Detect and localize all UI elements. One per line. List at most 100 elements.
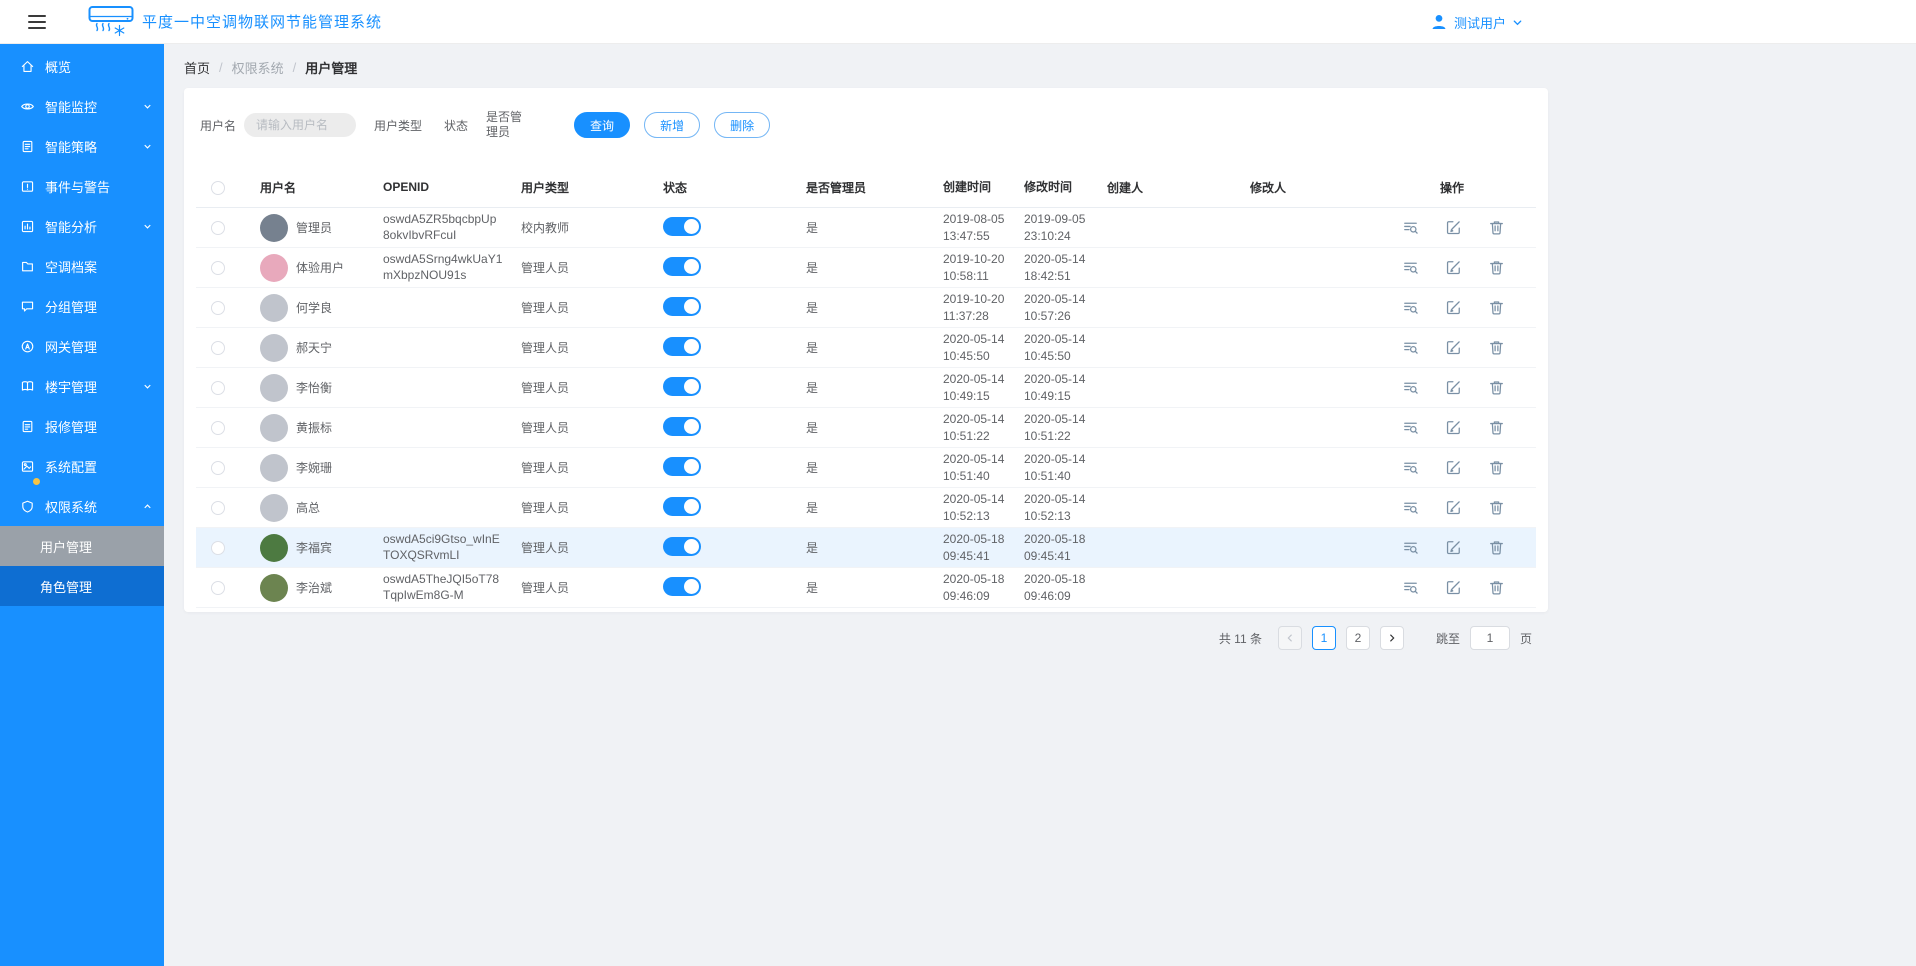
username-text: 李怡衡 <box>296 381 333 395</box>
view-detail-icon[interactable] <box>1402 579 1419 596</box>
delete-icon[interactable] <box>1488 579 1505 596</box>
delete-icon[interactable] <box>1488 459 1505 476</box>
select-all-radio[interactable] <box>211 180 225 195</box>
created-time-text: 2020-05-18 09:46:09 <box>943 572 1005 603</box>
query-button[interactable]: 查询 <box>574 112 631 138</box>
status-toggle[interactable] <box>663 456 701 476</box>
row-select-radio[interactable] <box>211 420 225 435</box>
sidebar-item-permission-system[interactable]: 权限系统 <box>0 486 164 526</box>
chevron-down-icon <box>1512 17 1523 28</box>
username-input[interactable] <box>244 113 357 137</box>
edit-icon[interactable] <box>1445 579 1462 596</box>
status-toggle[interactable] <box>663 576 701 596</box>
page-button-2[interactable]: 2 <box>1345 626 1370 650</box>
row-select-radio[interactable] <box>211 260 225 275</box>
sidebar-item-repair-management[interactable]: 报修管理 <box>0 406 164 446</box>
row-select-radio[interactable] <box>211 460 225 475</box>
view-detail-icon[interactable] <box>1402 379 1419 396</box>
username-text: 管理员 <box>296 221 333 235</box>
delete-icon[interactable] <box>1488 339 1505 356</box>
edit-icon[interactable] <box>1445 499 1462 516</box>
sidebar-item-group-management[interactable]: 分组管理 <box>0 286 164 326</box>
admin-filter[interactable]: 是否管理员 <box>486 110 526 140</box>
status-toggle[interactable] <box>663 536 701 556</box>
users-table: 用户名 OPENID 用户类型 状态 是否管理员 创建时间 修改时间 创建人 修… <box>196 168 1536 608</box>
sidebar-item-events-alerts[interactable]: 事件与警告 <box>0 166 164 206</box>
row-select-radio[interactable] <box>211 380 225 395</box>
view-detail-icon[interactable] <box>1402 459 1419 476</box>
edit-icon[interactable] <box>1445 459 1462 476</box>
status-toggle[interactable] <box>663 376 701 396</box>
view-detail-icon[interactable] <box>1402 419 1419 436</box>
usertype-filter[interactable]: 用户类型 <box>374 117 422 134</box>
edit-icon[interactable] <box>1445 339 1462 356</box>
add-button[interactable]: 新增 <box>644 112 701 138</box>
gateway-icon <box>19 338 35 354</box>
edit-icon[interactable] <box>1445 539 1462 556</box>
view-detail-icon[interactable] <box>1402 219 1419 236</box>
row-select-radio[interactable] <box>211 540 225 555</box>
delete-icon[interactable] <box>1488 539 1505 556</box>
view-detail-icon[interactable] <box>1402 499 1419 516</box>
sidebar-item-overview[interactable]: 概览 <box>0 46 164 86</box>
user-menu[interactable]: 测试用户 <box>1430 0 1523 44</box>
sidebar-item-smart-analysis[interactable]: 智能分析 <box>0 206 164 246</box>
username-text: 何学良 <box>296 301 333 315</box>
row-select-radio[interactable] <box>211 500 225 515</box>
sidebar-item-smart-strategy[interactable]: 智能策略 <box>0 126 164 166</box>
view-detail-icon[interactable] <box>1402 299 1419 316</box>
edit-icon[interactable] <box>1445 379 1462 396</box>
next-page-button[interactable] <box>1379 626 1404 650</box>
delete-icon[interactable] <box>1488 379 1505 396</box>
edit-icon[interactable] <box>1445 219 1462 236</box>
status-toggle[interactable] <box>663 496 701 516</box>
row-select-radio[interactable] <box>211 300 225 315</box>
home-icon <box>19 58 35 74</box>
breadcrumb-section[interactable]: 权限系统 <box>232 58 284 77</box>
edit-icon[interactable] <box>1445 259 1462 276</box>
delete-icon[interactable] <box>1488 499 1505 516</box>
sidebar-item-role-management[interactable]: 角色管理 <box>0 566 164 606</box>
sidebar-item-building-management[interactable]: 楼宇管理 <box>0 366 164 406</box>
status-toggle[interactable] <box>663 296 701 316</box>
sidebar-item-gateway-management[interactable]: 网关管理 <box>0 326 164 366</box>
table-row: 李治斌 oswdA5TheJQI5oT78TqpIwEm8G-M 管理人员 是 … <box>196 568 1536 608</box>
view-detail-icon[interactable] <box>1402 539 1419 556</box>
menu-toggle-icon[interactable] <box>28 14 48 29</box>
prev-page-button[interactable] <box>1277 626 1302 650</box>
pagination: 共 11 条 1 2 跳至 页 <box>184 626 1548 650</box>
sidebar-item-smart-monitoring[interactable]: 智能监控 <box>0 86 164 126</box>
user-avatar <box>260 293 288 322</box>
shield-icon <box>19 498 35 514</box>
openid-text: oswdA5Srng4wkUaY1mXbpzNOU91s <box>383 251 503 282</box>
delete-button[interactable]: 删除 <box>714 112 771 138</box>
breadcrumb-home[interactable]: 首页 <box>184 58 210 77</box>
col-created: 创建时间 <box>943 180 992 195</box>
delete-icon[interactable] <box>1488 219 1505 236</box>
view-detail-icon[interactable] <box>1402 339 1419 356</box>
row-select-radio[interactable] <box>211 220 225 235</box>
app-title: 平度一中空调物联网节能管理系统 <box>142 14 383 31</box>
sidebar-item-user-management[interactable]: 用户管理 <box>0 526 164 566</box>
user-avatar-icon <box>1430 13 1448 31</box>
status-toggle[interactable] <box>663 216 701 236</box>
row-select-radio[interactable] <box>211 340 225 355</box>
edit-icon[interactable] <box>1445 419 1462 436</box>
view-detail-icon[interactable] <box>1402 259 1419 276</box>
status-filter[interactable]: 状态 <box>444 117 468 134</box>
sidebar-item-system-config[interactable]: 系统配置 <box>0 446 164 486</box>
page-button-1[interactable]: 1 <box>1311 626 1336 650</box>
status-toggle[interactable] <box>663 256 701 276</box>
usertype-text: 管理人员 <box>521 421 570 435</box>
row-select-radio[interactable] <box>211 580 225 595</box>
edit-icon[interactable] <box>1445 299 1462 316</box>
sidebar-item-ac-archives[interactable]: 空调档案 <box>0 246 164 286</box>
delete-icon[interactable] <box>1488 419 1505 436</box>
page-unit-label: 页 <box>1519 631 1532 646</box>
status-toggle[interactable] <box>663 336 701 356</box>
status-toggle[interactable] <box>663 416 701 436</box>
jump-page-input[interactable] <box>1469 626 1510 650</box>
delete-icon[interactable] <box>1488 259 1505 276</box>
delete-icon[interactable] <box>1488 299 1505 316</box>
modified-time-text: 2020-05-14 10:52:13 <box>1024 492 1086 523</box>
